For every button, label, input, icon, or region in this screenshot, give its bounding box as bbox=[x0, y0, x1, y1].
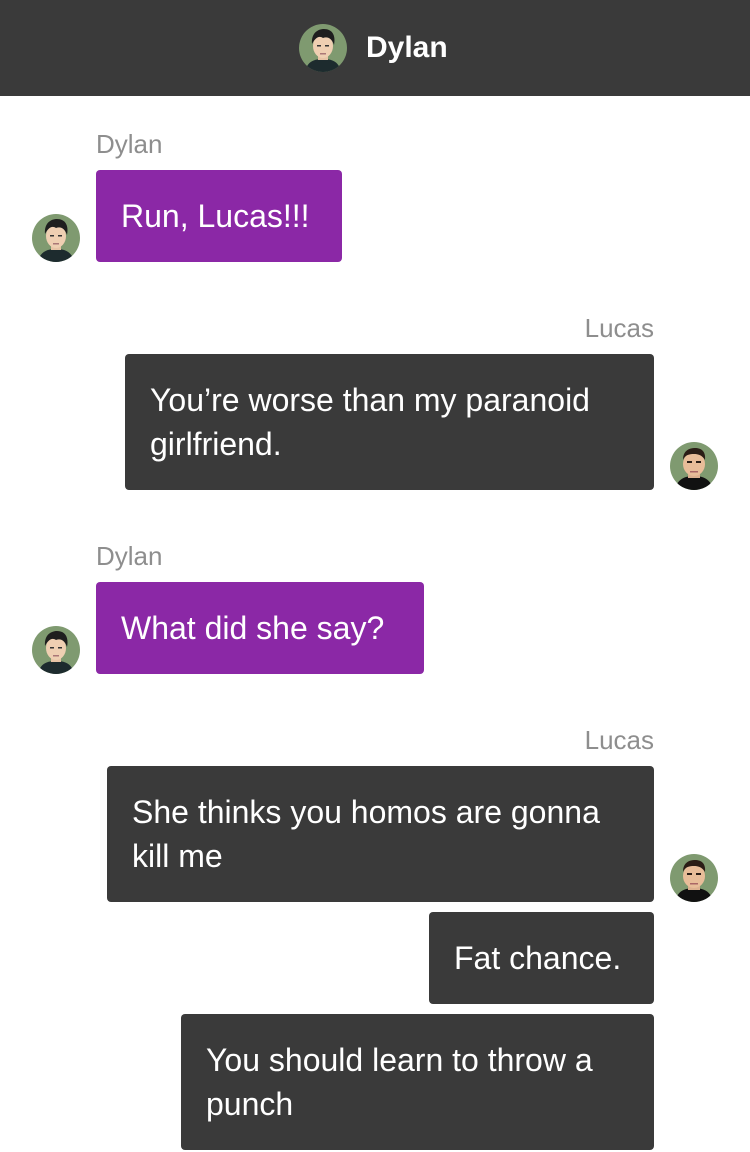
header-title: Dylan bbox=[366, 31, 448, 64]
message-bubble[interactable]: Run, Lucas!!! bbox=[96, 170, 342, 262]
message-bubble[interactable]: You’re worse than my paranoid girlfriend… bbox=[125, 354, 654, 490]
dylan-avatar-icon[interactable] bbox=[32, 214, 80, 262]
message-bubble[interactable]: You should learn to throw a punch bbox=[181, 1014, 654, 1150]
sender-name: Dylan bbox=[96, 129, 163, 159]
sender-name: Lucas bbox=[584, 725, 654, 755]
dylan-avatar-icon[interactable] bbox=[32, 626, 80, 674]
message-bubble[interactable]: She thinks you homos are gonna kill me bbox=[107, 766, 654, 902]
sender-name: Dylan bbox=[96, 541, 163, 571]
lucas-avatar-icon[interactable] bbox=[670, 854, 718, 902]
dylan-avatar-icon[interactable] bbox=[299, 24, 347, 72]
message-bubble[interactable]: Fat chance. bbox=[429, 912, 654, 1004]
lucas-avatar-icon[interactable] bbox=[670, 442, 718, 490]
chat-header: Dylan bbox=[0, 0, 750, 96]
sender-name: Lucas bbox=[584, 313, 654, 343]
message-bubble[interactable]: What did she say? bbox=[96, 582, 424, 674]
